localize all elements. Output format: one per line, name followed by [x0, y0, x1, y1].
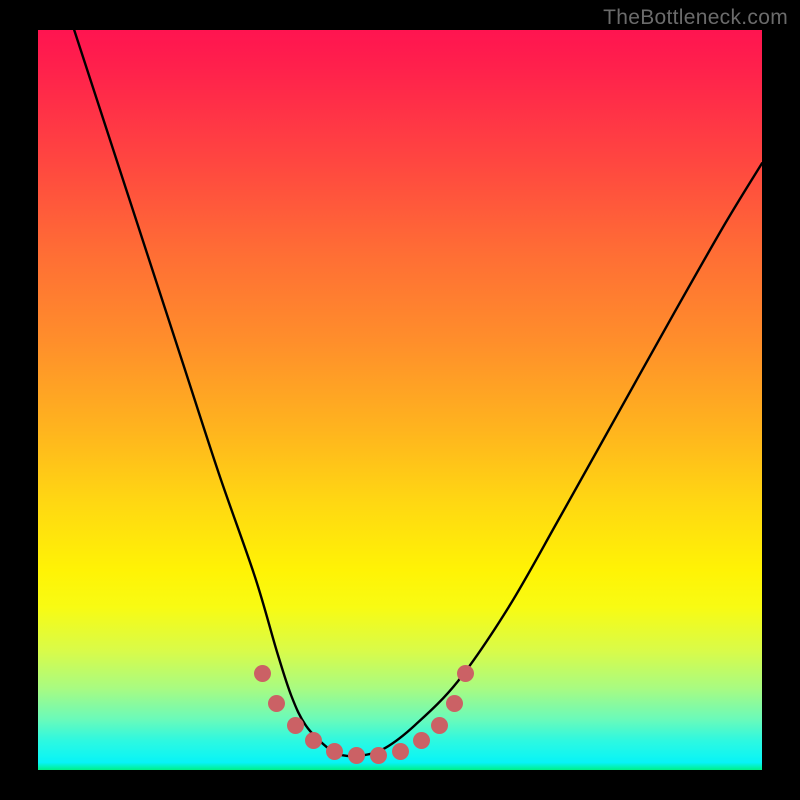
highlight-marker: [370, 747, 387, 764]
highlight-marker: [446, 695, 463, 712]
highlight-marker: [287, 717, 304, 734]
highlight-marker: [392, 743, 409, 760]
highlight-marker: [305, 732, 322, 749]
curve-svg: [38, 30, 762, 770]
app-frame: TheBottleneck.com: [0, 0, 800, 800]
highlight-marker: [457, 665, 474, 682]
bottleneck-chart: [38, 30, 762, 770]
bottleneck-curve-path: [74, 30, 762, 756]
highlight-marker: [348, 747, 365, 764]
highlight-marker: [413, 732, 430, 749]
watermark-text: TheBottleneck.com: [603, 6, 788, 30]
